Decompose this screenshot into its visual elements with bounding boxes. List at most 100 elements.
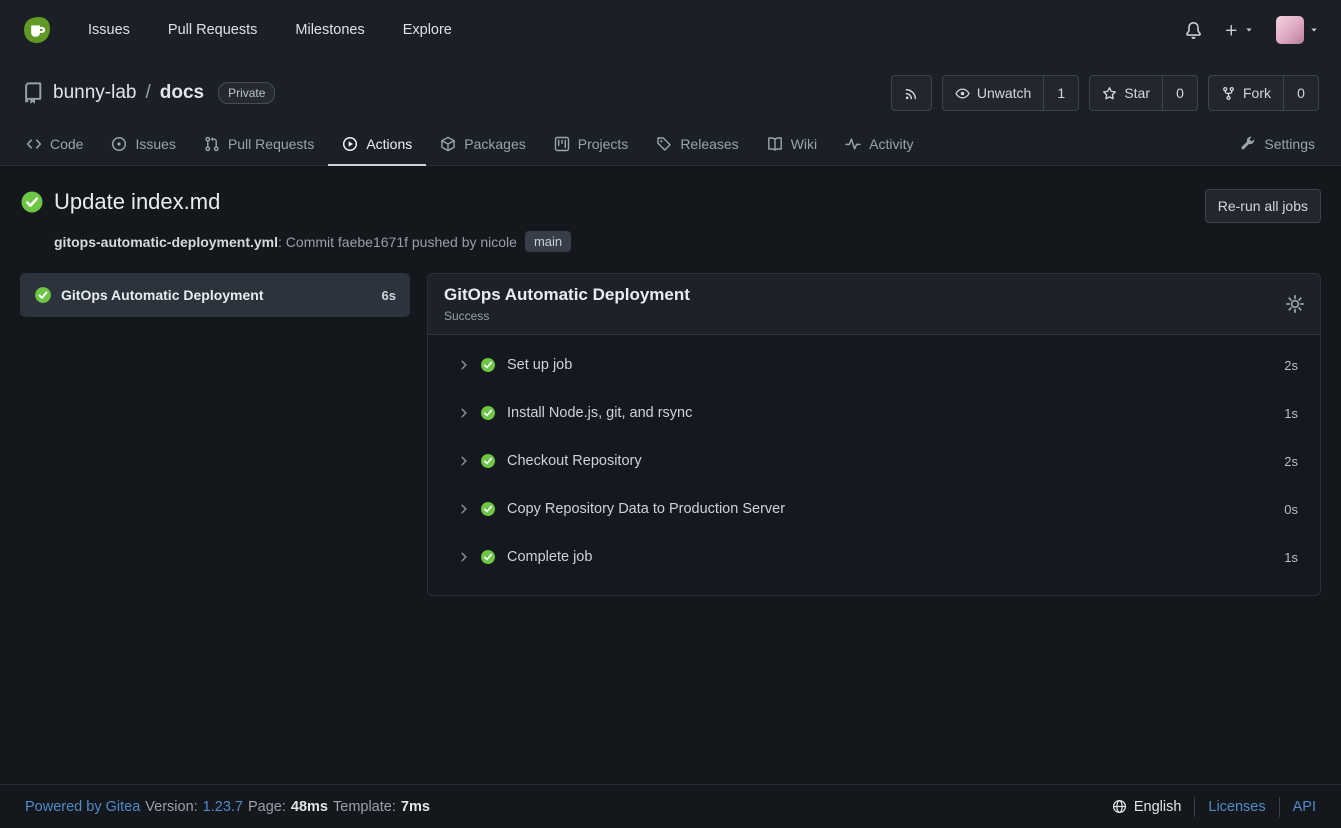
chevron-right-icon [458,407,470,419]
forks-count[interactable]: 0 [1283,75,1319,111]
branch-badge[interactable]: main [525,231,571,252]
star-label: Star [1124,85,1150,101]
step-duration: 2s [1284,454,1298,469]
pull-request-icon [204,136,220,152]
step-success-icon [480,405,496,421]
job-item[interactable]: GitOps Automatic Deployment 6s [20,273,410,317]
nav-link-pull-requests[interactable]: Pull Requests [154,14,271,46]
step-name: Set up job [507,357,572,373]
step-duration: 1s [1284,406,1298,421]
step-row[interactable]: Checkout Repository 2s [428,437,1320,485]
play-circle-icon [342,136,358,152]
repo-name-link[interactable]: docs [160,82,204,104]
package-icon [440,136,456,152]
page-footer: Powered by Gitea Version: 1.23.7 Page: 4… [0,784,1341,828]
step-name: Complete job [507,549,592,565]
tab-settings-label: Settings [1264,136,1315,152]
step-row[interactable]: Copy Repository Data to Production Serve… [428,485,1320,533]
fork-label: Fork [1243,85,1271,101]
tab-activity-label: Activity [869,136,913,152]
step-row[interactable]: Set up job 2s [428,341,1320,389]
nav-link-issues[interactable]: Issues [74,14,144,46]
star-icon [1102,86,1117,101]
fork-icon [1221,86,1236,101]
wrench-icon [1240,136,1256,152]
licenses-link[interactable]: Licenses [1194,797,1278,817]
site-header: Issues Pull Requests Milestones Explore … [0,0,1341,166]
tab-releases[interactable]: Releases [642,124,752,166]
issue-icon [111,136,127,152]
nav-link-milestones[interactable]: Milestones [281,14,378,46]
version-value-link[interactable]: 1.23.7 [203,799,243,815]
step-success-icon [480,549,496,565]
rerun-all-jobs-button[interactable]: Re-run all jobs [1205,189,1321,223]
repo-owner-link[interactable]: bunny-lab [53,82,136,104]
stars-count[interactable]: 0 [1162,75,1198,111]
tab-wiki[interactable]: Wiki [753,124,831,166]
api-link[interactable]: API [1279,797,1316,817]
star-button[interactable]: Star [1089,75,1162,111]
star-group: Star 0 [1089,75,1198,111]
tab-pull-requests-label: Pull Requests [228,136,314,152]
eye-icon [955,86,970,101]
repo-header: bunny-lab / docs Private Unwatch 1 Star … [0,60,1341,124]
tab-packages-label: Packages [464,136,525,152]
language-label: English [1134,799,1182,815]
job-detail-titles: GitOps Automatic Deployment Success [444,285,690,323]
private-badge: Private [218,82,275,104]
gitea-logo[interactable] [22,15,52,45]
run-subtitle: gitops-automatic-deployment.yml: Commit … [54,231,1321,252]
globe-icon [1112,799,1127,814]
workflow-file-name: gitops-automatic-deployment.yml [54,234,278,250]
powered-by-gitea-link[interactable]: Powered by Gitea [25,799,140,815]
run-title-wrap: Update index.md [20,189,220,215]
step-row[interactable]: Install Node.js, git, and rsync 1s [428,389,1320,437]
job-detail-title: GitOps Automatic Deployment [444,285,690,305]
job-name: GitOps Automatic Deployment [61,287,373,303]
steps-list: Set up job 2s Install Node.js, git, and … [428,335,1320,595]
book-icon [767,136,783,152]
repo-action-buttons: Unwatch 1 Star 0 Fork 0 [891,75,1319,111]
page-label: Page: [248,799,286,815]
run-header: Update index.md Re-run all jobs [20,189,1321,223]
unwatch-label: Unwatch [977,85,1031,101]
create-new-button[interactable] [1224,23,1254,38]
tab-releases-label: Releases [680,136,738,152]
tab-issues[interactable]: Issues [97,124,189,166]
step-duration: 0s [1284,502,1298,517]
fork-button[interactable]: Fork [1208,75,1283,111]
tab-wiki-label: Wiki [791,136,817,152]
tab-activity[interactable]: Activity [831,124,927,166]
log-settings-button[interactable] [1286,295,1304,313]
rss-icon [904,86,919,101]
job-detail-header: GitOps Automatic Deployment Success [428,274,1320,335]
watchers-count[interactable]: 1 [1043,75,1079,111]
tab-code[interactable]: Code [12,124,97,166]
plus-icon [1224,23,1239,38]
step-name: Checkout Repository [507,453,642,469]
tab-actions[interactable]: Actions [328,124,426,166]
repo-tabs: Code Issues Pull Requests Actions Packag… [0,124,1341,165]
rss-button[interactable] [891,75,932,111]
user-menu-button[interactable] [1276,16,1319,44]
tab-packages[interactable]: Packages [426,124,539,166]
tab-pull-requests[interactable]: Pull Requests [190,124,328,166]
actions-run-page: Update index.md Re-run all jobs gitops-a… [0,166,1341,784]
project-icon [554,136,570,152]
tab-projects[interactable]: Projects [540,124,643,166]
commit-info: : Commit faebe1671f pushed by nicole [278,234,517,250]
gitea-logo-icon [22,15,52,45]
job-list: GitOps Automatic Deployment 6s [20,273,410,317]
step-row[interactable]: Complete job 1s [428,533,1320,581]
unwatch-button[interactable]: Unwatch [942,75,1043,111]
step-duration: 1s [1284,550,1298,565]
chevron-right-icon [458,455,470,467]
language-selector[interactable]: English [1112,799,1195,815]
tab-settings[interactable]: Settings [1226,124,1329,166]
job-duration: 6s [382,288,396,303]
gear-icon [1286,295,1304,313]
step-name: Install Node.js, git, and rsync [507,405,692,421]
nav-link-explore[interactable]: Explore [389,14,466,46]
caret-down-icon [1309,25,1319,35]
notifications-button[interactable] [1185,22,1202,39]
